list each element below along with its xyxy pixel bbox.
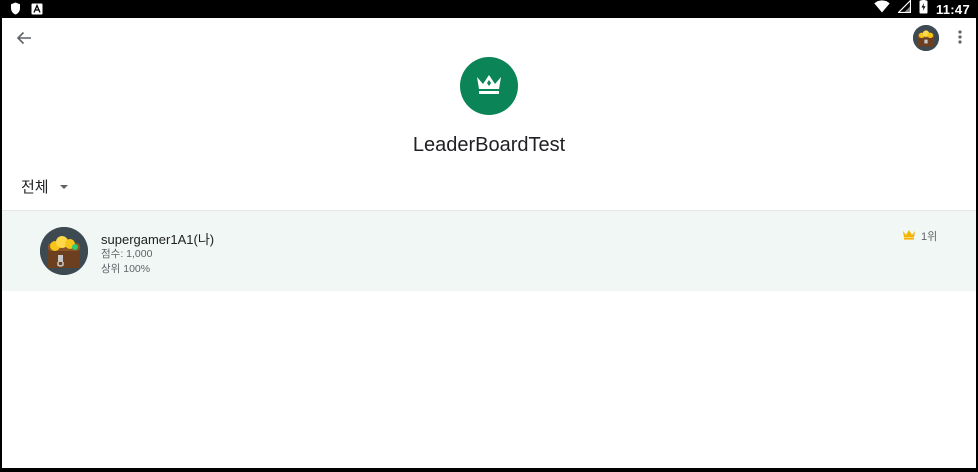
leaderboard-title: LeaderBoardTest bbox=[412, 134, 566, 156]
signal-icon bbox=[897, 0, 912, 18]
wifi-icon bbox=[874, 0, 890, 18]
treasure-chest-avatar bbox=[40, 227, 88, 275]
toolbar bbox=[2, 18, 976, 58]
crown-icon bbox=[902, 227, 916, 245]
more-vert-icon bbox=[958, 29, 962, 49]
arrow-back-icon bbox=[16, 30, 32, 51]
player-avatar bbox=[40, 227, 88, 275]
player-rank: 1위 bbox=[902, 227, 937, 245]
rank-label: 1위 bbox=[921, 231, 938, 243]
leaderboard-row[interactable]: supergamer1A1(나) 점수: 1,000 상위 100% 1위 bbox=[2, 211, 976, 291]
back-button[interactable] bbox=[12, 28, 36, 52]
status-bar: 11:47 bbox=[0, 0, 978, 18]
treasure-chest-avatar bbox=[913, 25, 939, 51]
app-window: LeaderBoardTest 전체 supergamer1A1(나) 점수: … bbox=[2, 18, 976, 468]
clock: 11:47 bbox=[935, 1, 970, 17]
filter-label: 전체 bbox=[21, 178, 49, 196]
system-status-area: 11:47 bbox=[874, 0, 970, 18]
more-options-button[interactable] bbox=[952, 28, 968, 50]
player-percentile: 상위 100% bbox=[101, 263, 151, 275]
account-avatar-button[interactable] bbox=[913, 25, 939, 51]
screen-bottom-edge bbox=[0, 468, 978, 472]
crown-icon bbox=[475, 72, 503, 101]
leaderboard-icon bbox=[460, 57, 518, 115]
device-screen: 11:47 LeaderBoardTest 전체 supergamer1A1(나… bbox=[0, 0, 978, 472]
dropdown-arrow-icon bbox=[59, 177, 69, 195]
collection-filter-dropdown[interactable]: 전체 bbox=[21, 175, 69, 197]
battery-icon bbox=[919, 0, 928, 19]
player-score: 점수: 1,000 bbox=[101, 248, 153, 260]
